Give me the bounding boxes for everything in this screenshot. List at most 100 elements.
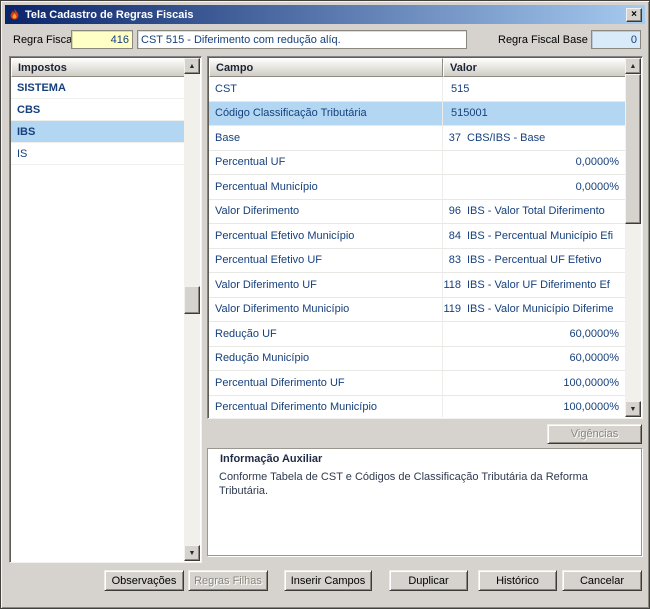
valor-num: 60,0000%	[569, 327, 619, 340]
campo-cell: Percentual UF	[209, 150, 443, 174]
imposto-item[interactable]: IS	[11, 143, 186, 165]
grid-row[interactable]: Redução Município 60,0000%	[209, 346, 627, 371]
valor-column-header[interactable]: Valor	[443, 58, 627, 77]
scroll-up-icon: ▲	[188, 62, 196, 70]
footer-button-bar: Observações Regras Filhas Inserir Campos…	[1, 570, 650, 591]
valor-cell: 60,0000%	[443, 347, 627, 371]
valor-desc: CBS/IBS - Base	[467, 131, 546, 144]
imposto-item[interactable]: IBS	[11, 121, 186, 143]
valor-cell: 118 IBS - Valor UF Diferimento Ef	[443, 273, 627, 297]
grid-row[interactable]: Valor Diferimento Município 119 IBS - Va…	[209, 297, 627, 322]
valor-num: 0,0000%	[575, 180, 619, 193]
duplicar-button[interactable]: Duplicar	[389, 570, 468, 591]
scroll-down-icon: ▼	[188, 549, 196, 557]
impostos-column-header[interactable]: Impostos	[11, 58, 186, 77]
regras-filhas-button: Regras Filhas	[188, 570, 268, 591]
valor-cell: 37 CBS/IBS - Base	[443, 126, 627, 150]
valor-num: 84	[448, 229, 461, 242]
valor-num: 100,0000%	[563, 401, 619, 414]
grid-row[interactable]: Base 37 CBS/IBS - Base	[209, 126, 627, 151]
campos-grid-panel: Campo Valor CST 515 Código Classificação…	[207, 56, 643, 419]
valor-desc: IBS - Percentual UF Efetivo	[467, 254, 602, 267]
imposto-label: CBS	[17, 103, 41, 116]
informacao-auxiliar-title: Informação Auxiliar	[218, 453, 325, 465]
observacoes-button[interactable]: Observações	[104, 570, 184, 591]
valor-num: 37	[448, 131, 461, 144]
grid-scrollbar[interactable]: ▲ ▼	[625, 58, 641, 417]
valor-cell: 0,0000%	[443, 151, 627, 175]
vigencias-button: Vigências	[547, 424, 642, 444]
valor-cell: 100,0000%	[443, 371, 627, 395]
scrollbar-thumb[interactable]	[184, 286, 200, 314]
valor-num: 60,0000%	[569, 352, 619, 365]
valor-num: 119	[443, 303, 461, 316]
impostos-scrollbar[interactable]: ▲ ▼	[184, 58, 200, 561]
valor-num: 83	[448, 254, 461, 267]
scroll-down-button[interactable]: ▼	[625, 401, 641, 417]
scrollbar-thumb[interactable]	[625, 74, 641, 224]
valor-cell: 96 IBS - Valor Total Diferimento	[443, 200, 627, 224]
regra-fiscal-base-label: Regra Fiscal Base	[498, 34, 588, 46]
valor-cell: 60,0000%	[443, 322, 627, 346]
historico-button[interactable]: Histórico	[478, 570, 557, 591]
imposto-label: SISTEMA	[17, 81, 66, 94]
valor-num: 118	[443, 278, 461, 291]
valor-cell: 100,0000%	[443, 396, 627, 418]
grid-row[interactable]: Percentual Diferimento UF 100,0000%	[209, 371, 627, 396]
campo-cell: Redução UF	[209, 322, 443, 346]
descricao-input[interactable]	[137, 30, 467, 49]
grid-row[interactable]: Percentual UF 0,0000%	[209, 150, 627, 175]
scroll-down-button[interactable]: ▼	[184, 545, 200, 561]
scroll-up-button[interactable]: ▲	[184, 58, 200, 74]
campo-column-header[interactable]: Campo	[209, 58, 443, 77]
valor-cell: 515	[443, 77, 627, 101]
cancelar-button[interactable]: Cancelar	[562, 570, 642, 591]
grid-row[interactable]: Percentual Efetivo Município 84 IBS - Pe…	[209, 224, 627, 249]
scroll-up-button[interactable]: ▲	[625, 58, 641, 74]
campo-cell: Valor Diferimento UF	[209, 273, 443, 297]
imposto-item[interactable]: SISTEMA	[11, 77, 186, 99]
valor-num: 100,0000%	[563, 376, 619, 389]
imposto-label: IBS	[17, 125, 36, 138]
imposto-item[interactable]: CBS	[11, 99, 186, 121]
impostos-panel: Impostos SISTEMA CBS IBS IS ▲ ▼	[9, 56, 202, 563]
regra-fiscal-label: Regra Fiscal	[13, 34, 75, 46]
campo-cell: Redução Município	[209, 346, 443, 370]
regra-fiscal-input[interactable]	[71, 30, 133, 49]
campo-cell: CST	[209, 77, 443, 101]
app-icon	[10, 8, 19, 20]
valor-desc: IBS - Valor Total Diferimento	[467, 205, 605, 218]
valor-desc: IBS - Valor UF Diferimento Ef	[467, 278, 610, 291]
grid-rows: CST 515 Código Classificação Tributária …	[209, 77, 627, 417]
grid-row[interactable]: Redução UF 60,0000%	[209, 322, 627, 347]
valor-desc: IBS - Valor Município Diferime	[467, 303, 614, 316]
scroll-up-icon: ▲	[629, 62, 637, 70]
grid-row[interactable]: Código Classificação Tributária 515001	[209, 101, 627, 126]
impostos-list: SISTEMA CBS IBS IS	[11, 77, 186, 561]
campo-cell: Valor Diferimento	[209, 199, 443, 223]
grid-row[interactable]: Valor Diferimento UF 118 IBS - Valor UF …	[209, 273, 627, 298]
grid-row[interactable]: Percentual Diferimento Município 100,000…	[209, 395, 627, 418]
valor-num: 0,0000%	[575, 156, 619, 169]
campo-cell: Valor Diferimento Município	[209, 297, 443, 321]
grid-row[interactable]: Percentual Efetivo UF 83 IBS - Percentua…	[209, 248, 627, 273]
valor-num: 515001	[451, 107, 488, 120]
campo-cell: Base	[209, 126, 443, 150]
grid-row[interactable]: Valor Diferimento 96 IBS - Valor Total D…	[209, 199, 627, 224]
regra-fiscal-base-input[interactable]	[591, 30, 641, 49]
inserir-campos-button[interactable]: Inserir Campos	[284, 570, 372, 591]
valor-cell: 119 IBS - Valor Município Diferime	[443, 298, 627, 322]
campo-cell: Percentual Município	[209, 175, 443, 199]
informacao-auxiliar-groupbox: Informação Auxiliar Conforme Tabela de C…	[207, 448, 642, 556]
valor-desc: IBS - Percentual Município Efi	[467, 229, 614, 242]
dialog-window: Tela Cadastro de Regras Fiscais × Regra …	[0, 0, 650, 609]
scroll-down-icon: ▼	[629, 405, 637, 413]
grid-row[interactable]: CST 515	[209, 77, 627, 102]
valor-num: 96	[448, 205, 461, 218]
grid-row[interactable]: Percentual Município 0,0000%	[209, 175, 627, 200]
informacao-auxiliar-text: Conforme Tabela de CST e Códigos de Clas…	[219, 471, 588, 497]
campo-cell: Código Classificação Tributária	[209, 101, 443, 125]
title-bar[interactable]: Tela Cadastro de Regras Fiscais ×	[5, 5, 645, 24]
campo-cell: Percentual Diferimento Município	[209, 395, 443, 417]
close-button[interactable]: ×	[626, 7, 642, 22]
